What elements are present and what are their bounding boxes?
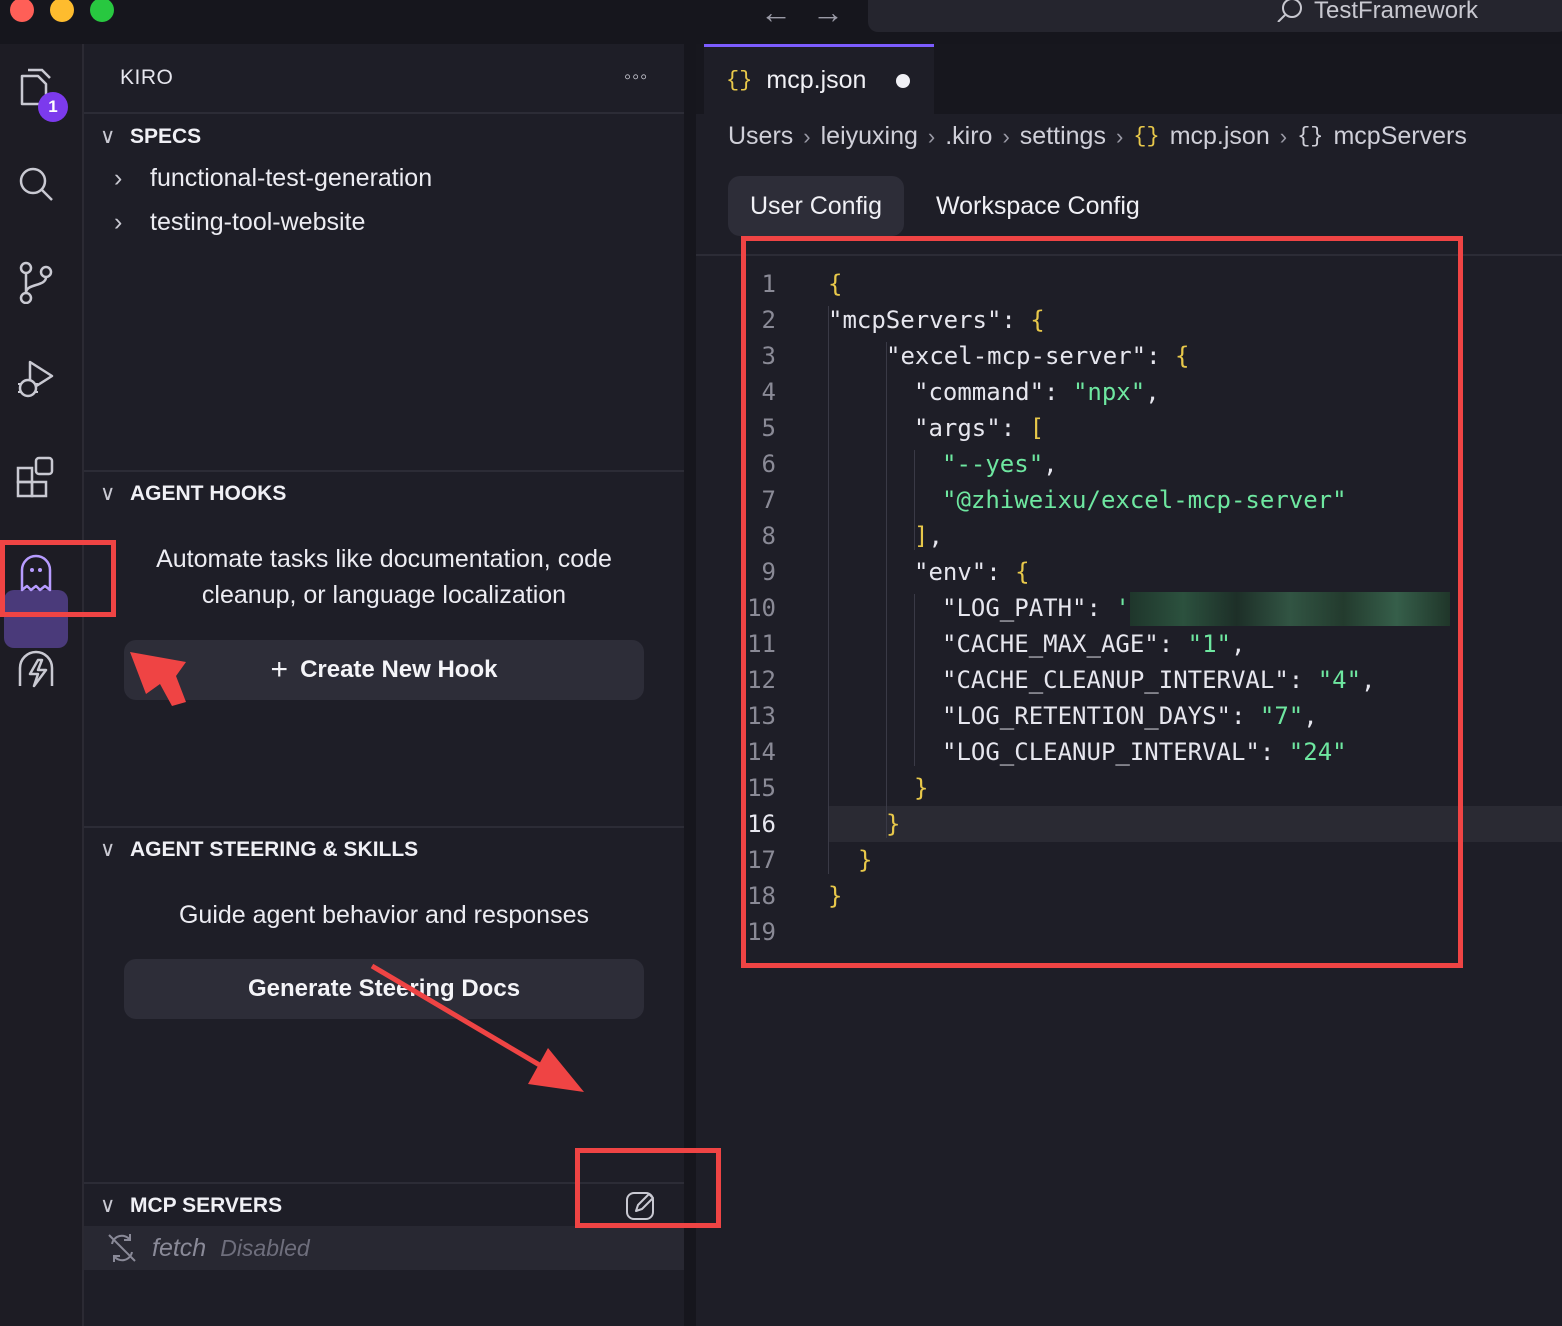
run-debug-icon[interactable]: [14, 358, 58, 402]
forward-arrow-icon[interactable]: →: [812, 0, 844, 31]
kiro-lightning-icon[interactable]: [14, 648, 58, 692]
chevron-down-icon: ∨: [100, 125, 116, 148]
more-actions-icon[interactable]: ◦◦◦: [624, 66, 648, 89]
breadcrumb: Users › leiyuxing › .kiro › settings › {} mc…: [728, 122, 1467, 151]
title-bar: ← → TestFramework: [0, 0, 1562, 44]
chevron-right-icon: ›: [1279, 123, 1288, 149]
steering-description: Guide agent behavior and responses: [178, 901, 589, 929]
breadcrumb-item[interactable]: mcp.json: [1170, 122, 1270, 151]
breadcrumb-item[interactable]: settings: [1020, 122, 1106, 151]
extensions-icon[interactable]: [14, 454, 58, 498]
section-specs-title: SPECS: [130, 124, 202, 148]
section-mcp-header[interactable]: ∨ MCP SERVERS: [100, 1193, 282, 1218]
object-icon: {}: [1297, 124, 1324, 149]
breadcrumb-item[interactable]: mcpServers: [1333, 122, 1466, 151]
close-window-button[interactable]: [10, 0, 34, 22]
hooks-description: Automate tasks like documentation, code …: [156, 545, 612, 609]
disconnected-icon: [108, 1234, 136, 1262]
mcp-server-name: fetch: [152, 1233, 207, 1262]
annotation-box-config: [741, 236, 1463, 968]
search-icon[interactable]: [14, 162, 58, 206]
source-control-icon[interactable]: [14, 260, 58, 304]
workspace-config-tab[interactable]: Workspace Config: [936, 176, 1140, 236]
chevron-right-icon: ›: [114, 164, 123, 192]
explorer-badge: 1: [38, 92, 68, 122]
create-hook-label: Create New Hook: [300, 656, 498, 683]
minimize-window-button[interactable]: [50, 0, 74, 22]
maximize-window-button[interactable]: [90, 0, 114, 22]
divider: [84, 112, 684, 114]
sidebar-title: KIRO: [120, 66, 174, 89]
chevron-right-icon: ›: [1115, 123, 1124, 149]
divider: [84, 470, 684, 472]
section-mcp-title: MCP SERVERS: [130, 1193, 283, 1217]
window-title: TestFramework: [1314, 0, 1479, 24]
divider: [84, 826, 684, 828]
generate-steering-button[interactable]: Generate Steering Docs: [124, 959, 644, 1019]
json-file-icon: {}: [726, 68, 753, 93]
unsaved-dot-icon[interactable]: [896, 73, 911, 88]
section-hooks-title: AGENT HOOKS: [130, 481, 287, 505]
chevron-right-icon: ›: [1002, 123, 1010, 149]
section-hooks-header[interactable]: ∨ AGENT HOOKS: [100, 481, 286, 506]
spec-item[interactable]: › functional-test-generation: [114, 164, 432, 193]
chevron-right-icon: ›: [114, 208, 123, 236]
chevron-right-icon: ›: [803, 123, 811, 149]
spec-item-label: functional-test-generation: [150, 164, 433, 192]
back-arrow-icon[interactable]: ←: [760, 0, 792, 31]
section-steering-title: AGENT STEERING & SKILLS: [130, 837, 419, 861]
chevron-down-icon: ∨: [100, 838, 116, 861]
search-icon: [1277, 0, 1302, 22]
annotation-box-edit: [575, 1148, 721, 1228]
spec-item[interactable]: › testing-tool-website: [114, 208, 365, 237]
mcp-server-row[interactable]: fetch Disabled: [84, 1226, 684, 1270]
spec-item-label: testing-tool-website: [150, 208, 366, 236]
mcp-server-status: Disabled: [220, 1234, 310, 1261]
activity-bar: 1: [0, 44, 84, 1326]
chevron-right-icon: ›: [927, 123, 936, 149]
tab-label: mcp.json: [766, 66, 867, 94]
section-specs-header[interactable]: ∨ SPECS: [100, 124, 201, 149]
plus-icon: +: [270, 653, 289, 686]
annotation-box-kiro-icon: [0, 540, 116, 617]
panel-gap: [684, 44, 696, 1326]
create-hook-button[interactable]: + Create New Hook: [124, 640, 644, 700]
chevron-down-icon: ∨: [100, 482, 116, 505]
kiro-sidebar: KIRO ◦◦◦ ∨ SPECS › functional-test-gener…: [84, 44, 684, 1326]
section-steering-header[interactable]: ∨ AGENT STEERING & SKILLS: [100, 837, 418, 862]
breadcrumb-item[interactable]: leiyuxing: [821, 122, 918, 151]
breadcrumb-item[interactable]: .kiro: [945, 122, 992, 151]
breadcrumb-item[interactable]: Users: [728, 122, 793, 151]
json-file-icon: {}: [1133, 124, 1160, 149]
user-config-tab[interactable]: User Config: [728, 176, 904, 236]
tab-mcp-json[interactable]: {} mcp.json: [704, 44, 934, 114]
chevron-down-icon: ∨: [100, 1194, 116, 1217]
